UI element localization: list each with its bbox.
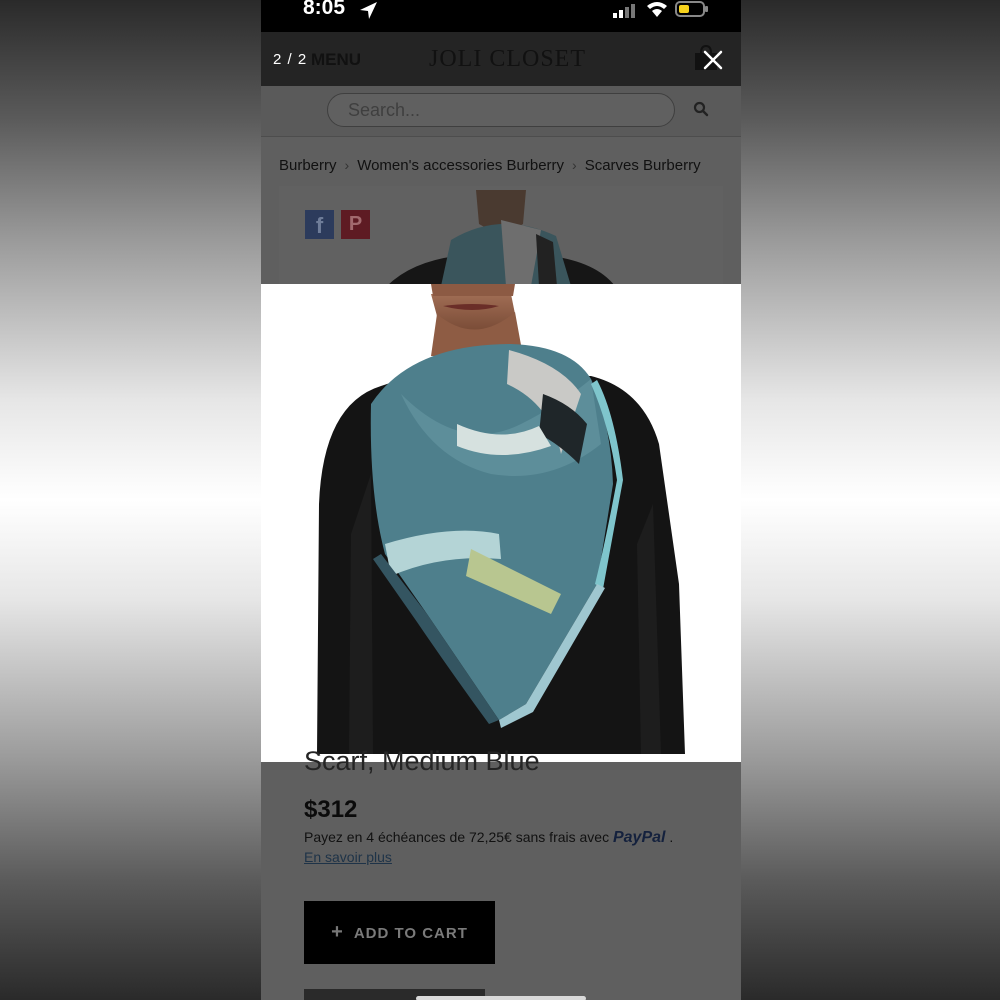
facebook-icon[interactable]: f <box>305 210 334 239</box>
product-thumbnail <box>381 190 621 291</box>
site-header: 2 / 2 MENU JOLI CLOSET <box>261 32 741 86</box>
site-logo[interactable]: JOLI CLOSET <box>429 46 586 73</box>
pinterest-icon[interactable]: P <box>341 210 370 239</box>
wifi-icon <box>646 0 668 23</box>
installments-period: . <box>665 829 674 845</box>
breadcrumb-item-scarves[interactable]: Scarves Burberry <box>585 157 701 174</box>
add-to-cart-button[interactable]: + ADD TO CART <box>304 901 495 964</box>
close-icon[interactable] <box>701 48 725 72</box>
search-input[interactable] <box>327 93 675 127</box>
search-bar <box>261 86 741 137</box>
signal-icon <box>613 4 637 23</box>
learn-more-link[interactable]: En savoir plus <box>304 849 392 865</box>
lightbox-image <box>261 284 741 762</box>
lightbox-counter: 2 / 2 <box>273 51 308 68</box>
product-image <box>317 284 685 754</box>
chevron-right-icon: › <box>572 157 577 173</box>
status-time: 8:05 <box>303 0 346 19</box>
breadcrumb: Burberry › Women's accessories Burberry › Sc… <box>279 157 701 174</box>
breadcrumb-item-burberry[interactable]: Burberry <box>279 157 337 174</box>
chevron-right-icon: › <box>344 157 350 173</box>
location-arrow-icon <box>357 0 379 27</box>
paypal-installments: Payez en 4 échéances de 72,25€ sans frai… <box>304 829 673 847</box>
home-indicator[interactable] <box>416 996 586 1000</box>
menu-button[interactable]: MENU <box>311 50 361 70</box>
search-icon[interactable] <box>693 101 709 122</box>
product-title: Scarf, Medium Blue <box>304 746 540 776</box>
status-bar: 8:05 <box>261 0 741 32</box>
plus-icon: + <box>331 921 344 943</box>
installments-text: Payez en 4 échéances de 72,25€ sans frai… <box>304 829 610 845</box>
add-to-cart-label: ADD TO CART <box>353 925 468 942</box>
paypal-logo: PayPal <box>612 829 666 846</box>
breadcrumb-item-womens-accessories[interactable]: Women's accessories Burberry <box>357 157 564 174</box>
battery-icon <box>675 0 709 23</box>
product-price: $312 <box>304 796 358 823</box>
phone-screen: 8:05 2 / 2 MENU JOLI CLOSET Bu <box>261 0 741 1000</box>
